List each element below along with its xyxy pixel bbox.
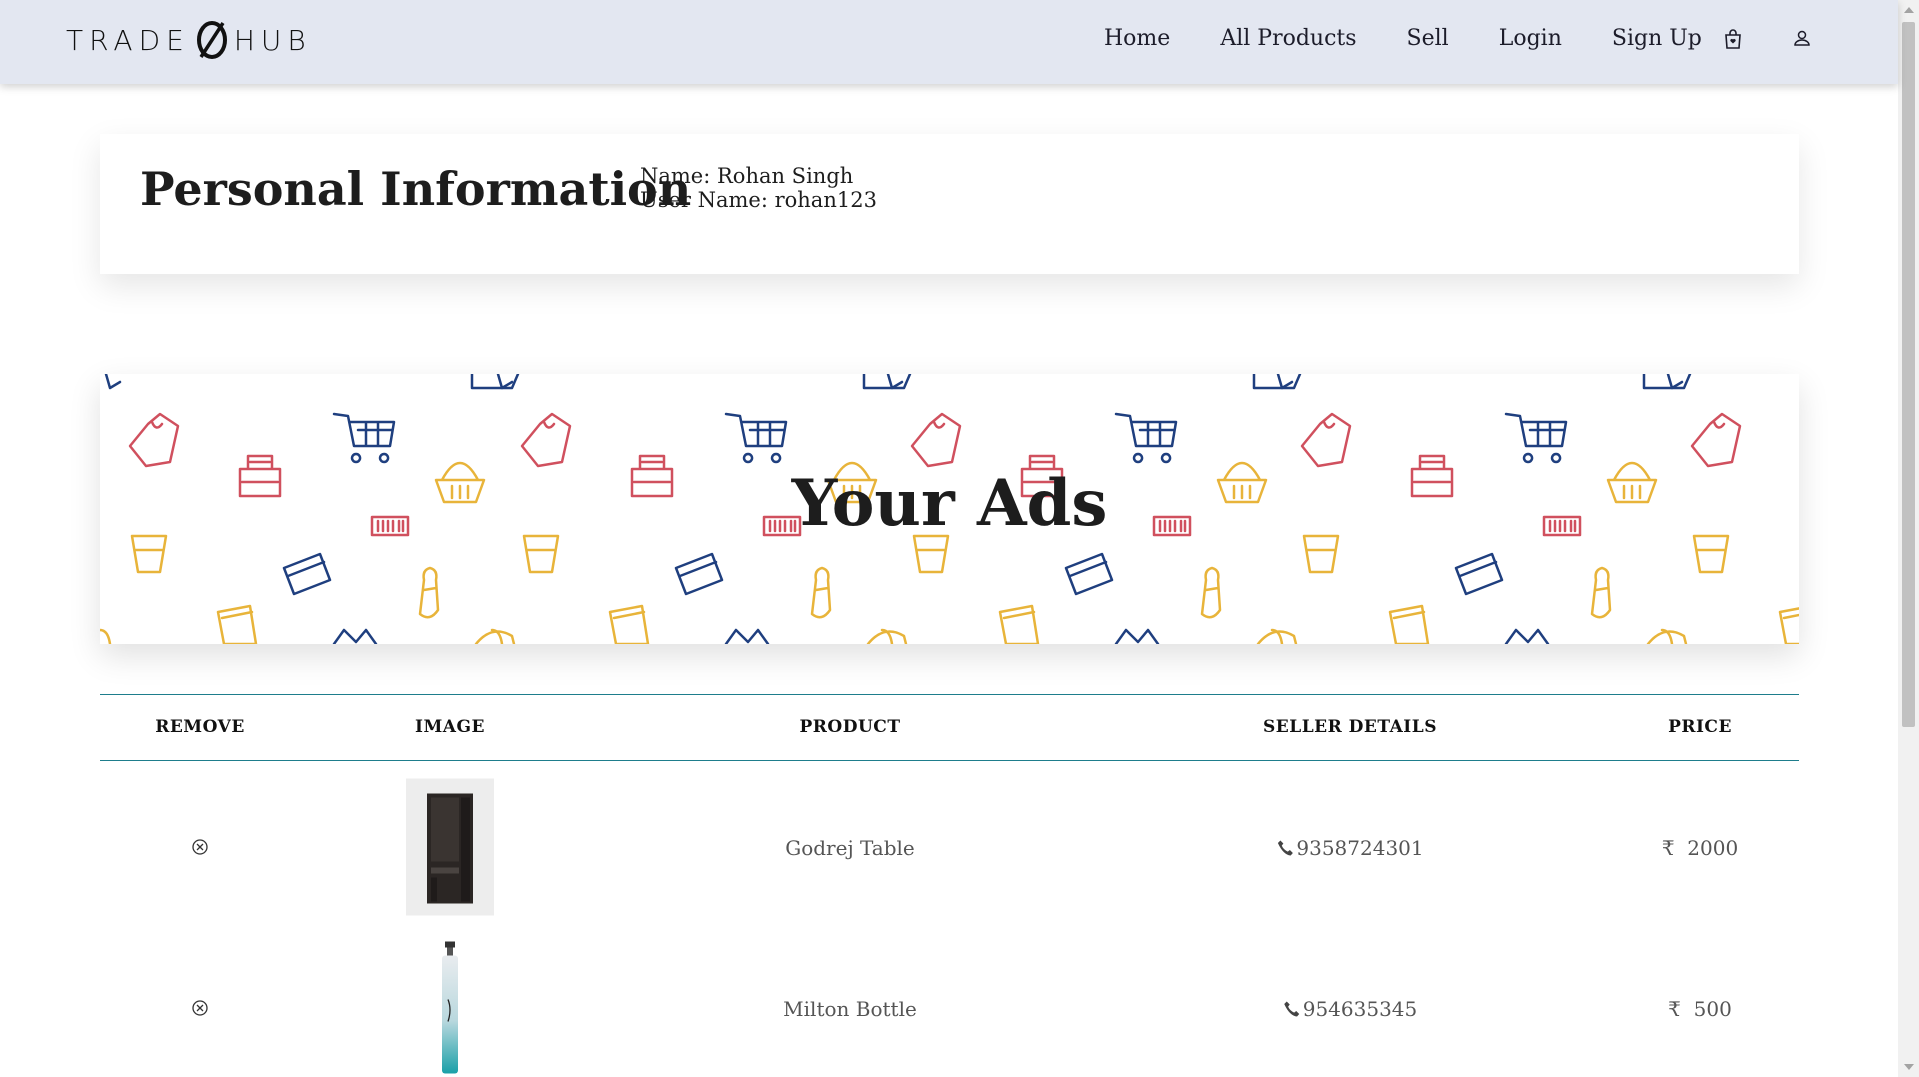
scroll-thumb[interactable]	[1902, 22, 1915, 727]
price-value: 500	[1693, 997, 1732, 1021]
seller-phone: 9358724301	[1276, 836, 1424, 860]
nav-all-products-link[interactable]: All Products	[1220, 26, 1356, 51]
user-icon[interactable]	[1791, 28, 1813, 50]
bottle-image-icon	[442, 941, 458, 1074]
product-name: Milton Bottle	[783, 997, 917, 1021]
product-name: Godrej Table	[785, 836, 915, 860]
header-product: PRODUCT	[799, 717, 901, 737]
scroll-down-arrow-icon[interactable]	[1904, 1064, 1914, 1070]
header-price: PRICE	[1668, 717, 1732, 737]
header-remove: REMOVE	[155, 717, 245, 737]
nav-sell-link[interactable]: Sell	[1407, 26, 1449, 51]
nav-login-link[interactable]: Login	[1499, 26, 1562, 51]
nav-links: Home All Products Sell Login Sign Up	[1104, 26, 1752, 51]
table-row: Godrej Table 9358724301 ₹ 2000	[100, 761, 1799, 922]
currency-symbol: ₹	[1668, 997, 1681, 1021]
personal-info-card: Personal Information Name: Rohan Singh U…	[100, 134, 1799, 274]
personal-info-details: Name: Rohan Singh User Name: rohan123	[640, 164, 877, 212]
brand-text-left: TRADE	[66, 23, 190, 57]
personal-info-title: Personal Information	[140, 162, 692, 216]
user-name-line: Name: Rohan Singh	[640, 164, 854, 188]
top-navbar: TRADE HUB Home All Products Sell Login S…	[0, 0, 1898, 84]
price-value: 2000	[1687, 836, 1739, 860]
seller-phone-number: 9358724301	[1296, 836, 1424, 860]
product-image-bottle[interactable]	[406, 939, 494, 1077]
nav-home-link[interactable]: Home	[1104, 26, 1170, 51]
scroll-up-arrow-icon[interactable]	[1904, 7, 1914, 13]
brand-slash-icon	[196, 21, 227, 59]
remove-circle-x-icon[interactable]	[191, 999, 209, 1017]
ads-table: REMOVE IMAGE PRODUCT SELLER DETAILS PRIC…	[100, 694, 1799, 1077]
header-seller-details: SELLER DETAILS	[1263, 717, 1437, 737]
seller-phone: 954635345	[1283, 997, 1418, 1021]
brand-text-right: HUB	[233, 23, 312, 57]
brand-logo[interactable]: TRADE HUB	[66, 20, 312, 60]
page-scrollbar[interactable]	[1898, 0, 1919, 1077]
product-price: ₹ 2000	[1662, 836, 1738, 860]
product-image-table[interactable]	[406, 778, 494, 916]
nav-signup-link[interactable]: Sign Up	[1612, 26, 1702, 51]
your-ads-banner: Your Ads	[100, 374, 1799, 644]
shopping-bag-icon[interactable]	[1722, 28, 1744, 50]
phone-icon	[1277, 840, 1293, 856]
table-image-icon	[427, 793, 473, 903]
remove-circle-x-icon[interactable]	[191, 838, 209, 856]
user-username-line: User Name: rohan123	[640, 188, 877, 212]
table-row: Milton Bottle 954635345 ₹ 500	[100, 922, 1799, 1077]
your-ads-title: Your Ads	[791, 466, 1108, 541]
seller-phone-number: 954635345	[1302, 997, 1418, 1021]
table-header-row: REMOVE IMAGE PRODUCT SELLER DETAILS PRIC…	[100, 694, 1799, 761]
header-image: IMAGE	[415, 717, 485, 737]
phone-icon	[1284, 1001, 1300, 1017]
currency-symbol: ₹	[1661, 836, 1675, 860]
product-price: ₹ 500	[1668, 997, 1732, 1021]
